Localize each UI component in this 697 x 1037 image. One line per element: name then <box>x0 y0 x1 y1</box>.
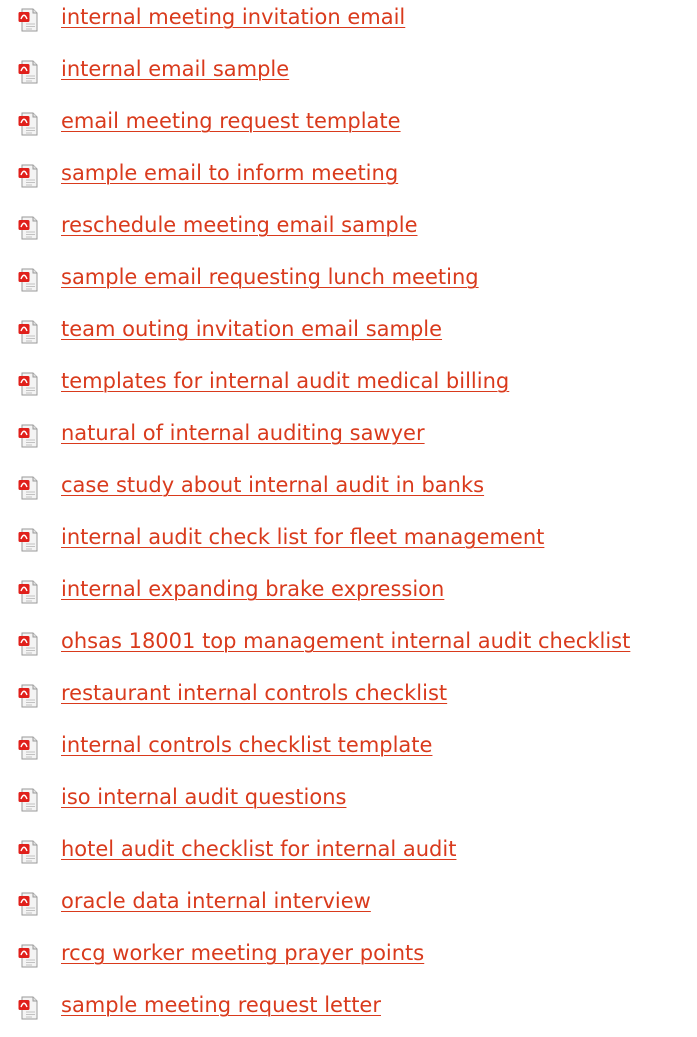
link-internal-meeting-invitation-email[interactable]: internal meeting invitation email <box>61 3 405 31</box>
link-ohsas-18001-top-management-internal-audit-checklist[interactable]: ohsas 18001 top management internal audi… <box>61 627 630 655</box>
pdf-file-icon <box>18 892 38 916</box>
link-email-meeting-request-template[interactable]: email meeting request template <box>61 107 401 135</box>
link-rccg-worker-meeting-prayer-points[interactable]: rccg worker meeting prayer points <box>61 939 424 967</box>
list-item: oracle data internal interview <box>0 881 697 933</box>
list-item: case study about internal audit in banks <box>0 465 697 517</box>
link-reschedule-meeting-email-sample[interactable]: reschedule meeting email sample <box>61 211 418 239</box>
list-item: templates for internal audit medical bil… <box>0 361 697 413</box>
link-sample-meeting-request-letter[interactable]: sample meeting request letter <box>61 991 381 1019</box>
pdf-file-icon <box>18 528 38 552</box>
link-iso-internal-audit-questions[interactable]: iso internal audit questions <box>61 783 346 811</box>
list-item: internal meeting invitation email <box>0 0 697 49</box>
pdf-file-icon <box>18 788 38 812</box>
pdf-file-icon <box>18 164 38 188</box>
list-item: team outing invitation email sample <box>0 309 697 361</box>
list-item: restaurant internal controls checklist <box>0 673 697 725</box>
link-internal-email-sample[interactable]: internal email sample <box>61 55 289 83</box>
pdf-file-icon <box>18 216 38 240</box>
pdf-file-icon <box>18 476 38 500</box>
link-hotel-audit-checklist-for-internal-audit[interactable]: hotel audit checklist for internal audit <box>61 835 456 863</box>
list-item: internal expanding brake expression <box>0 569 697 621</box>
link-restaurant-internal-controls-checklist[interactable]: restaurant internal controls checklist <box>61 679 447 707</box>
pdf-file-icon <box>18 996 38 1020</box>
list-item: email meeting request template <box>0 101 697 153</box>
pdf-file-icon <box>18 632 38 656</box>
link-oracle-data-internal-interview[interactable]: oracle data internal interview <box>61 887 371 915</box>
link-internal-controls-checklist-template[interactable]: internal controls checklist template <box>61 731 432 759</box>
link-templates-for-internal-audit-medical-billing[interactable]: templates for internal audit medical bil… <box>61 367 509 395</box>
pdf-file-icon <box>18 320 38 344</box>
pdf-file-icon <box>18 60 38 84</box>
list-item: sample email requesting lunch meeting <box>0 257 697 309</box>
pdf-file-icon <box>18 736 38 760</box>
link-case-study-about-internal-audit-in-banks[interactable]: case study about internal audit in banks <box>61 471 484 499</box>
list-item: ohsas 18001 top management internal audi… <box>0 621 697 673</box>
pdf-file-icon <box>18 268 38 292</box>
pdf-file-icon <box>18 424 38 448</box>
list-item: internal controls checklist template <box>0 725 697 777</box>
list-item: natural of internal auditing sawyer <box>0 413 697 465</box>
list-item: hotel audit checklist for internal audit <box>0 829 697 881</box>
pdf-file-icon <box>18 684 38 708</box>
list-item: sample meeting request letter <box>0 985 697 1037</box>
pdf-file-icon <box>18 372 38 396</box>
link-natural-of-internal-auditing-sawyer[interactable]: natural of internal auditing sawyer <box>61 419 425 447</box>
list-item: internal email sample <box>0 49 697 101</box>
list-item: sample email to inform meeting <box>0 153 697 205</box>
list-item: internal audit check list for fleet mana… <box>0 517 697 569</box>
link-team-outing-invitation-email-sample[interactable]: team outing invitation email sample <box>61 315 442 343</box>
link-internal-expanding-brake-expression[interactable]: internal expanding brake expression <box>61 575 444 603</box>
pdf-file-icon <box>18 944 38 968</box>
list-item: rccg worker meeting prayer points <box>0 933 697 985</box>
link-sample-email-to-inform-meeting[interactable]: sample email to inform meeting <box>61 159 398 187</box>
pdf-file-icon <box>18 580 38 604</box>
list-item: iso internal audit questions <box>0 777 697 829</box>
pdf-file-icon <box>18 112 38 136</box>
pdf-file-icon <box>18 8 38 32</box>
link-sample-email-requesting-lunch-meeting[interactable]: sample email requesting lunch meeting <box>61 263 479 291</box>
pdf-file-icon <box>18 840 38 864</box>
link-internal-audit-check-list-for-fleet-management[interactable]: internal audit check list for fleet mana… <box>61 523 544 551</box>
list-item: reschedule meeting email sample <box>0 205 697 257</box>
